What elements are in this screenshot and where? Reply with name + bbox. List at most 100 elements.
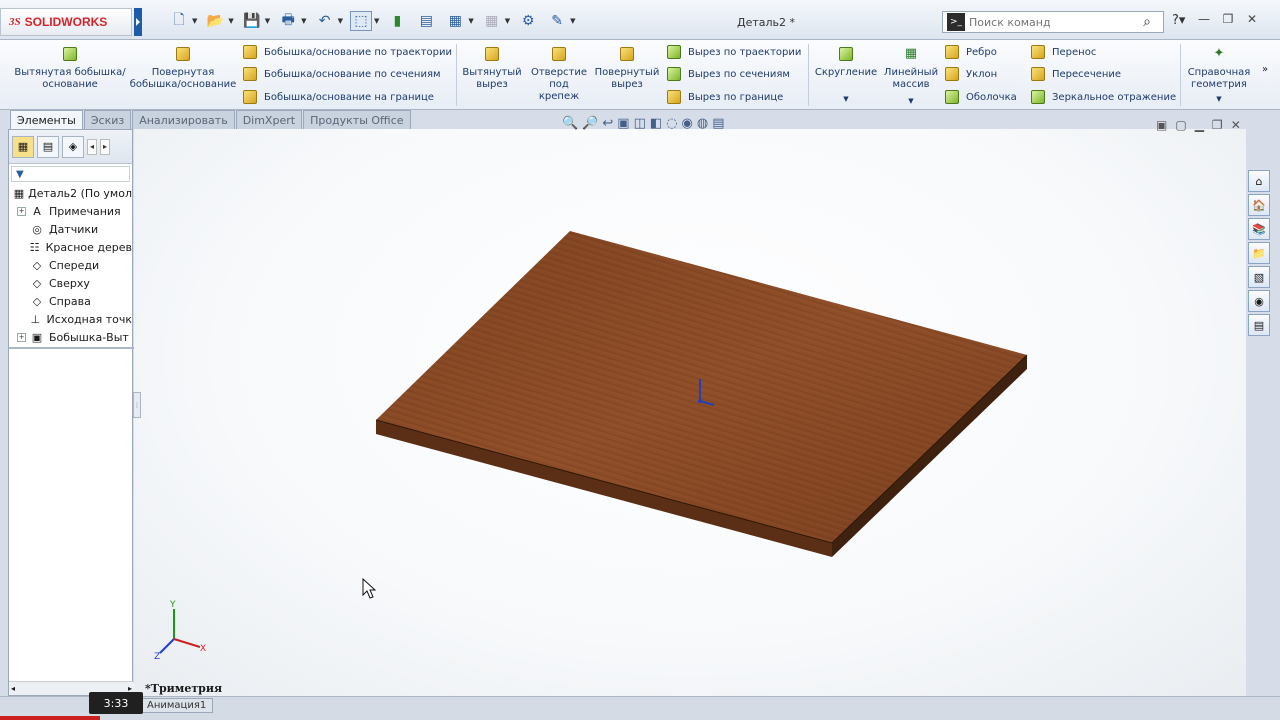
command-search-input[interactable]	[969, 15, 1119, 29]
fillet-button[interactable]: Скругление ▼	[812, 44, 880, 105]
revolve-cut-button[interactable]: Повернутый вырез	[594, 44, 660, 91]
new-dropdown-icon[interactable]: ▼	[192, 17, 197, 25]
graphics-area[interactable]: Y X Z	[134, 129, 1246, 696]
tab-animation[interactable]: Анимация1	[140, 698, 214, 713]
grid-icon[interactable]: ▦	[481, 11, 503, 31]
print-dropdown-icon[interactable]: ▼	[301, 17, 306, 25]
tree-item[interactable]: ◎ Датчики	[11, 220, 132, 238]
feature-tree-tab-icon[interactable]: ▦	[12, 135, 34, 158]
property-manager-tab-icon[interactable]: ▤	[37, 135, 59, 158]
tab-office-products[interactable]: Продукты Office	[303, 110, 411, 129]
reference-geometry-dropdown-icon[interactable]: ▼	[1216, 93, 1221, 105]
hole-wizard-button[interactable]: Отверстие под крепеж	[528, 44, 590, 103]
select-dropdown-icon[interactable]: ▼	[374, 17, 379, 25]
zoom-to-fit-icon[interactable]: 🔍	[562, 116, 578, 131]
save-dropdown-icon[interactable]: ▼	[265, 17, 270, 25]
viewport-tile-icon[interactable]: ▢	[1175, 118, 1186, 132]
boundary-cut-button[interactable]: Вырез по границе	[666, 89, 783, 105]
grid-dropdown-icon[interactable]: ▼	[505, 17, 510, 25]
reference-geometry-button[interactable]: ✦ Справочная геометрия ▼	[1184, 44, 1254, 105]
customize-dropdown-icon[interactable]: ▼	[570, 17, 575, 25]
mirror-button[interactable]: Зеркальное отражение	[1030, 89, 1176, 105]
viewport-restore-icon[interactable]: ❐	[1212, 118, 1223, 132]
menu-expand-arrow[interactable]	[134, 8, 142, 36]
file-explorer-icon[interactable]: 📁	[1248, 242, 1270, 264]
panel-collapse-handle[interactable]: ⋮	[133, 392, 141, 418]
toolbox-icon[interactable]: ⚙	[517, 11, 539, 31]
viewport-minimize-icon[interactable]: ▁	[1195, 118, 1204, 132]
design-library-icon[interactable]: 📚	[1248, 218, 1270, 240]
tab-sketch[interactable]: Эскиз	[83, 110, 132, 129]
help-icon[interactable]: ?▾	[1172, 13, 1185, 28]
undo-dropdown-icon[interactable]: ▼	[338, 17, 343, 25]
open-dropdown-icon[interactable]: ▼	[228, 17, 233, 25]
loft-cut-button[interactable]: Вырез по сечениям	[666, 66, 790, 82]
shell-button[interactable]: Оболочка	[944, 89, 1017, 105]
scroll-left-icon[interactable]: ◂	[87, 138, 97, 155]
configuration-manager-tab-icon[interactable]: ◈	[62, 135, 84, 158]
custom-properties-icon[interactable]: ▤	[1248, 314, 1270, 336]
rebuild-icon[interactable]: ▮	[386, 11, 408, 31]
home-icon[interactable]: 🏠	[1248, 194, 1270, 216]
tree-item[interactable]: ☷ Красное дерев	[11, 238, 132, 256]
solidworks-resources-icon[interactable]: ⌂	[1248, 170, 1270, 192]
viewport-split-icon[interactable]: ▣	[1156, 118, 1167, 132]
save-icon[interactable]: 💾	[241, 11, 263, 31]
tree-item[interactable]: ▦ Деталь2 (По умол	[11, 184, 132, 202]
minimize-icon[interactable]: —	[1196, 12, 1212, 28]
ribbon-more-icon[interactable]: »	[1262, 64, 1268, 75]
tab-features[interactable]: Элементы	[10, 110, 83, 129]
file-properties-icon[interactable]: ▤	[415, 11, 437, 31]
zoom-to-area-icon[interactable]: 🔎	[582, 116, 598, 131]
appearances-icon[interactable]: ◉	[1248, 290, 1270, 312]
open-folder-icon[interactable]: 📂	[204, 11, 226, 31]
boundary-boss-button[interactable]: Бобышка/основание на границе	[242, 89, 434, 105]
display-style-icon[interactable]: ◧	[650, 116, 662, 131]
search-icon[interactable]: ⌕	[1143, 14, 1151, 30]
edit-appearance-icon[interactable]: ◉	[682, 116, 693, 131]
tree-item[interactable]: ◇ Справа	[11, 292, 132, 310]
tree-item[interactable]: + A Примечания	[11, 202, 132, 220]
rib-button[interactable]: Ребро	[944, 44, 997, 60]
select-cursor-icon[interactable]: ⬚	[349, 11, 372, 31]
tree-item[interactable]: ◇ Спереди	[11, 256, 132, 274]
section-view-icon[interactable]: ▣	[617, 116, 629, 131]
expand-toggle-icon[interactable]: +	[17, 206, 26, 216]
tree-item[interactable]: + ▣ Бобышка-Выт	[11, 328, 132, 346]
loft-boss-button[interactable]: Бобышка/основание по сечениям	[242, 66, 441, 82]
linear-pattern-button[interactable]: ▦ Линейный массив ▼	[882, 44, 940, 107]
scene-icon[interactable]: ◍	[697, 116, 708, 131]
linear-pattern-dropdown-icon[interactable]: ▼	[908, 95, 913, 107]
options-dropdown-icon[interactable]: ▼	[468, 17, 473, 25]
tree-item[interactable]: ⊥ Исходная точк	[11, 310, 132, 328]
options-icon[interactable]: ▦	[444, 11, 466, 31]
view-orientation-icon[interactable]: ◫	[634, 116, 646, 131]
previous-view-icon[interactable]: ↩	[602, 116, 613, 131]
command-search-box[interactable]: >_ ⌕	[942, 11, 1164, 33]
print-icon[interactable]: 🖶	[277, 11, 299, 31]
close-icon[interactable]: ✕	[1244, 12, 1260, 28]
model-canvas[interactable]: Y X Z	[134, 129, 1246, 696]
panel-splitter[interactable]	[9, 347, 134, 349]
revolve-boss-button[interactable]: Повернутая бобышка/основание	[128, 44, 238, 91]
view-settings-icon[interactable]: ▤	[712, 116, 724, 131]
tab-dimxpert[interactable]: DimXpert	[235, 110, 303, 129]
customize-icon[interactable]: ✎	[546, 11, 568, 31]
draft-button[interactable]: Уклон	[944, 66, 997, 82]
tree-filter[interactable]: ▼	[11, 166, 130, 182]
extrude-cut-button[interactable]: Вытянутый вырез	[460, 44, 524, 91]
tab-evaluate[interactable]: Анализировать	[132, 110, 235, 129]
scrollbar-left-icon[interactable]: ◂	[11, 684, 15, 693]
solidworks-logo[interactable]: 3S SOLIDWORKS	[0, 8, 132, 36]
extrude-boss-button[interactable]: Вытянутая бобышка/основание	[14, 44, 126, 91]
new-document-icon[interactable]: 🗋	[168, 11, 190, 31]
fillet-dropdown-icon[interactable]: ▼	[843, 93, 848, 105]
wrap-button[interactable]: Перенос	[1030, 44, 1096, 60]
view-palette-icon[interactable]: ▧	[1248, 266, 1270, 288]
tree-item[interactable]: ◇ Сверху	[11, 274, 132, 292]
hide-show-icon[interactable]: ◌	[666, 116, 677, 131]
intersect-button[interactable]: Пересечение	[1030, 66, 1121, 82]
sweep-cut-button[interactable]: Вырез по траектории	[666, 44, 801, 60]
undo-icon[interactable]: ↶	[314, 11, 336, 31]
expand-toggle-icon[interactable]: +	[17, 332, 26, 342]
